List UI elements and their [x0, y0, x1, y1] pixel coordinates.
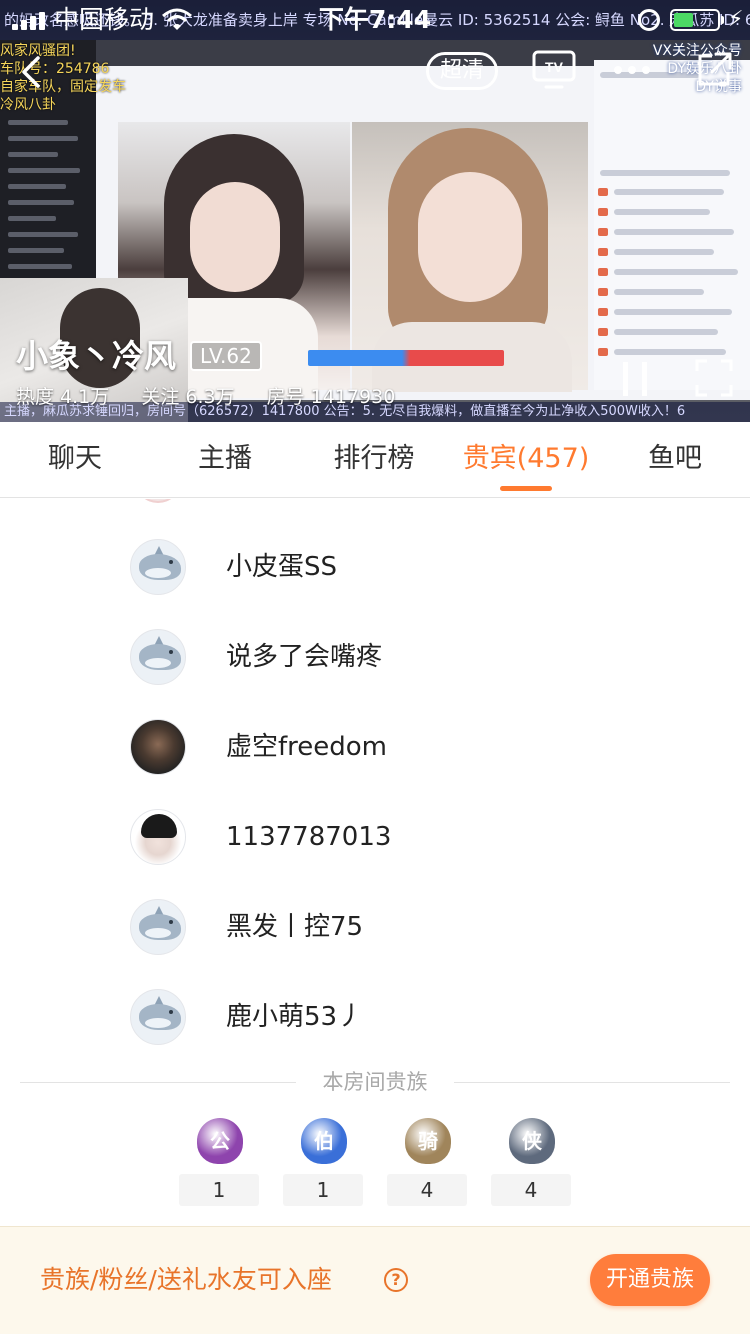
tab-fishbar[interactable]: 鱼吧 — [630, 422, 720, 498]
tab-anchor[interactable]: 主播 — [180, 422, 270, 498]
list-item[interactable]: 黑发丨控75 — [0, 889, 750, 979]
follow-count: 关注 6.3万 — [141, 386, 235, 408]
nobility-item-duke[interactable]: 公 1 — [179, 1118, 259, 1208]
anchor-level-badge: LV.62 — [190, 341, 262, 371]
nobility-item-earl[interactable]: 伯 1 — [283, 1118, 363, 1208]
avatar — [130, 809, 186, 865]
nobility-count: 4 — [387, 1174, 467, 1206]
list-item[interactable]: 说多了会嘴疼 — [0, 619, 750, 709]
bottom-bar: 贵族/粉丝/送礼水友可入座 ? 开通贵族 — [0, 1226, 750, 1334]
stream-chat-panel — [594, 60, 750, 390]
svg-text:TV: TV — [545, 59, 564, 75]
room-tabs: 聊天 主播 排行榜 贵宾(457) 鱼吧 — [0, 422, 750, 498]
open-nobility-button[interactable]: 开通贵族 — [590, 1254, 710, 1306]
quality-button[interactable]: 超清 — [426, 52, 498, 90]
avatar — [130, 629, 186, 685]
list-item[interactable]: 鹿小萌53丿 — [0, 979, 750, 1059]
avatar — [130, 719, 186, 775]
nobility-title: 本房间贵族 — [0, 1068, 750, 1096]
anchor-name: 小象丶冷风 — [16, 337, 177, 375]
avatar — [130, 989, 186, 1045]
status-bar: 中国移动 下午7:44 ⚡ — [0, 0, 750, 40]
share-icon[interactable] — [694, 50, 734, 90]
battery-icon — [670, 9, 720, 31]
list-item[interactable]: 小皮蛋SS — [0, 529, 750, 619]
guest-list[interactable]: 小皮蛋SS 说多了会嘴疼 虚空freedom 1137787013 黑发丨控75 — [0, 499, 750, 1059]
hero-badge-icon: 侠 — [509, 1118, 555, 1164]
back-arrow-icon[interactable] — [14, 54, 50, 90]
earl-badge-icon: 伯 — [301, 1118, 347, 1164]
pk-progress-bar — [308, 350, 504, 366]
guest-name: 1137787013 — [226, 822, 392, 852]
pause-icon[interactable] — [620, 360, 650, 398]
list-item[interactable]: 1137787013 — [0, 799, 750, 889]
avatar — [130, 899, 186, 955]
guest-name: 虚空freedom — [226, 732, 388, 762]
live-room-page: 的妈改名感吸还钱。 3. 张大龙准备卖身上岸 专场 No. Camille曼云 … — [0, 0, 750, 1334]
list-item[interactable]: 虚空freedom — [0, 709, 750, 799]
guest-name: 小皮蛋SS — [226, 552, 338, 582]
tv-cast-icon[interactable]: TV — [532, 50, 576, 90]
nobility-item-hero[interactable]: 侠 4 — [491, 1118, 571, 1208]
room-number: 房号 1417930 — [266, 386, 396, 408]
nobility-item-knight[interactable]: 骑 4 — [387, 1118, 467, 1208]
tab-ranking[interactable]: 排行榜 — [324, 422, 424, 498]
active-tab-indicator — [500, 486, 552, 491]
nobility-count: 4 — [491, 1174, 571, 1206]
guest-name: 说多了会嘴疼 — [226, 642, 383, 672]
seat-info-text: 贵族/粉丝/送礼水友可入座 — [40, 1265, 332, 1294]
knight-badge-icon: 骑 — [405, 1118, 451, 1164]
tab-chat[interactable]: 聊天 — [30, 422, 120, 498]
charging-icon: ⚡ — [728, 7, 744, 32]
fullscreen-icon[interactable] — [694, 358, 734, 398]
alarm-icon — [638, 9, 660, 31]
guest-name: 黑发丨控75 — [226, 912, 364, 942]
battery-tip — [721, 16, 724, 24]
anchor-stats: 热度 4.1万 关注 6.3万 房号 1417930 — [16, 384, 421, 410]
nobility-count: 1 — [283, 1174, 363, 1206]
more-icon[interactable] — [612, 58, 652, 82]
heat-label: 热度 4.1万 — [16, 386, 110, 408]
duke-badge-icon: 公 — [197, 1118, 243, 1164]
avatar — [136, 499, 180, 503]
guest-name: 鹿小萌53丿 — [226, 1002, 364, 1032]
help-icon[interactable]: ? — [384, 1268, 408, 1292]
avatar — [130, 539, 186, 595]
nobility-count: 1 — [179, 1174, 259, 1206]
